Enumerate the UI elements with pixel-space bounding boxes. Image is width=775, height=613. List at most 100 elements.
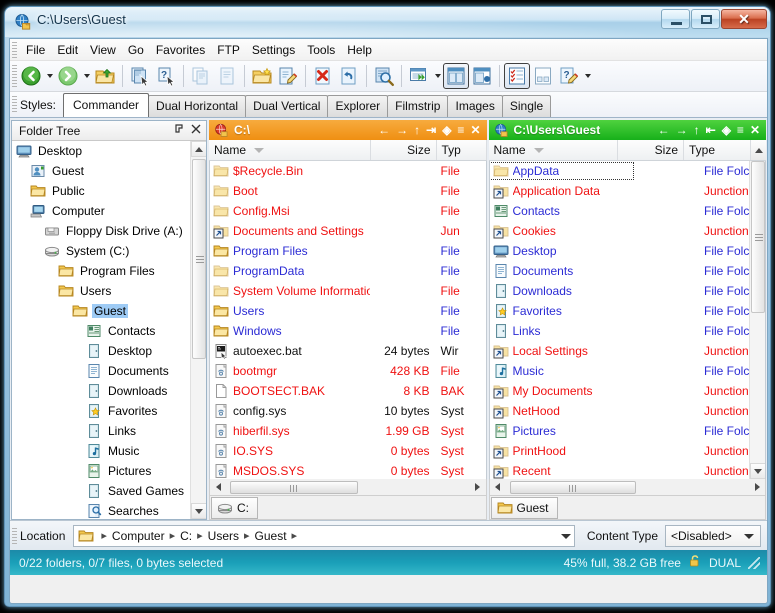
right-panel-scrollbar[interactable] xyxy=(749,161,765,479)
tree-node[interactable]: Saved Games xyxy=(12,481,206,501)
single-pane-button[interactable] xyxy=(469,63,495,89)
table-row[interactable]: RecentJunction xyxy=(490,461,750,479)
chevron-down-icon[interactable] xyxy=(561,534,571,539)
location-gripper[interactable] xyxy=(12,528,17,544)
table-row[interactable]: My DocumentsJunction xyxy=(490,381,750,401)
table-row[interactable]: FavoritesFile Folc xyxy=(490,301,750,321)
tree-node[interactable]: Floppy Disk Drive (A:) xyxy=(12,221,206,241)
tree-node[interactable]: Desktop xyxy=(12,341,206,361)
table-row[interactable]: DesktopFile Folc xyxy=(490,241,750,261)
tree-node[interactable]: Searches xyxy=(12,501,206,519)
menu-gripper[interactable] xyxy=(12,42,17,58)
right-panel-file-list[interactable]: AppDataFile FolcApplication DataJunction… xyxy=(489,161,767,479)
tree-node[interactable]: Pictures xyxy=(12,461,206,481)
tree-node[interactable]: Music xyxy=(12,441,206,461)
scroll-left-button[interactable] xyxy=(490,480,506,495)
column-header-size[interactable]: Size xyxy=(371,140,437,160)
table-row[interactable]: config.sys10 bytesSyst xyxy=(210,401,486,421)
configure-dropdown-button[interactable] xyxy=(582,63,593,89)
scrollbar-thumb[interactable] xyxy=(751,161,765,313)
table-row[interactable]: MusicFile Folc xyxy=(490,361,750,381)
column-header-type[interactable]: Type xyxy=(684,140,750,160)
delete-button[interactable] xyxy=(310,63,336,89)
swap-panels-icon[interactable]: ⇤ xyxy=(706,124,716,136)
tree-node[interactable]: Downloads xyxy=(12,381,206,401)
sync-dropdown-button[interactable] xyxy=(432,63,443,89)
details-view-button[interactable] xyxy=(504,63,530,89)
tree-node[interactable]: System (C:) xyxy=(12,241,206,261)
close-icon[interactable]: ✕ xyxy=(470,124,480,136)
left-panel-title-bar[interactable]: C:\ ← → ↑ ⇥ ◈ ≡ ✕ xyxy=(209,120,487,140)
table-row[interactable]: AppDataFile Folc xyxy=(490,161,750,181)
hscroll-track[interactable] xyxy=(506,480,750,495)
forward-arrow-icon[interactable]: → xyxy=(396,124,408,136)
table-row[interactable]: BootFile xyxy=(210,181,486,201)
back-dropdown-button[interactable] xyxy=(44,63,55,89)
table-row[interactable]: System Volume InformationFile xyxy=(210,281,486,301)
right-scroll-up-button[interactable] xyxy=(750,140,766,160)
tree-node[interactable]: Guest xyxy=(12,301,206,321)
column-header-size[interactable]: Size xyxy=(618,140,684,160)
menu-view[interactable]: View xyxy=(84,41,122,59)
maximize-button[interactable] xyxy=(691,9,720,29)
tree-node[interactable]: Desktop xyxy=(12,141,206,161)
unselect-group-button[interactable]: ? xyxy=(153,63,179,89)
scroll-up-button[interactable] xyxy=(191,141,206,157)
menu-edit[interactable]: Edit xyxy=(51,41,84,59)
breadcrumb-item[interactable]: C: xyxy=(180,529,192,543)
table-row[interactable]: CookiesJunction xyxy=(490,221,750,241)
copy-button[interactable] xyxy=(188,63,214,89)
menu-help[interactable]: Help xyxy=(341,41,378,59)
table-row[interactable]: $Recycle.BinFile xyxy=(210,161,486,181)
left-panel-hscrollbar[interactable] xyxy=(209,479,487,496)
close-icon[interactable] xyxy=(190,123,202,138)
scroll-down-button[interactable] xyxy=(750,463,766,479)
table-row[interactable]: bootmgr428 KBFile xyxy=(210,361,486,381)
table-row[interactable]: NetHoodJunction xyxy=(490,401,750,421)
menu-ftp[interactable]: FTP xyxy=(211,41,246,59)
hscroll-thumb[interactable] xyxy=(510,481,636,494)
back-button[interactable] xyxy=(18,63,44,89)
table-row[interactable]: Application DataJunction xyxy=(490,181,750,201)
tree-node[interactable]: Computer xyxy=(12,201,206,221)
style-tab-filmstrip[interactable]: Filmstrip xyxy=(387,95,448,117)
scroll-right-button[interactable] xyxy=(470,480,486,495)
split-icon[interactable]: ◈ xyxy=(722,124,731,136)
right-panel-tab[interactable]: Guest xyxy=(491,497,558,519)
undock-icon[interactable] xyxy=(173,123,185,138)
right-panel-hscrollbar[interactable] xyxy=(489,479,767,496)
scroll-down-button[interactable] xyxy=(191,503,206,519)
swap-panels-icon[interactable]: ⇥ xyxy=(426,124,436,136)
scroll-right-button[interactable] xyxy=(749,480,765,495)
menu-icon[interactable]: ≡ xyxy=(737,124,744,136)
minimize-button[interactable] xyxy=(661,9,690,29)
tree-node[interactable]: Favorites xyxy=(12,401,206,421)
forward-arrow-icon[interactable]: → xyxy=(676,124,688,136)
left-panel-file-list[interactable]: $Recycle.BinFileBootFileConfig.MsiFileDo… xyxy=(209,161,487,479)
menu-file[interactable]: File xyxy=(20,41,51,59)
configure-button[interactable]: ? xyxy=(556,63,582,89)
tree-node[interactable]: Links xyxy=(12,421,206,441)
style-tab-dual-vertical[interactable]: Dual Vertical xyxy=(245,95,328,117)
column-header-type[interactable]: Typ xyxy=(437,140,487,160)
up-arrow-icon[interactable]: ↑ xyxy=(694,124,700,136)
table-row[interactable]: IO.SYS0 bytesSyst xyxy=(210,441,486,461)
table-row[interactable]: WindowsFile xyxy=(210,321,486,341)
table-row[interactable]: hiberfil.sys1.99 GBSyst xyxy=(210,421,486,441)
close-icon[interactable]: ✕ xyxy=(750,124,760,136)
table-row[interactable]: UsersFile xyxy=(210,301,486,321)
menu-settings[interactable]: Settings xyxy=(246,41,301,59)
hscroll-thumb[interactable] xyxy=(230,481,358,494)
back-arrow-icon[interactable]: ← xyxy=(378,124,390,136)
right-panel-title-bar[interactable]: C:\Users\Guest ← → ↑ ⇤ ◈ ≡ ✕ xyxy=(489,120,767,140)
select-group-button[interactable] xyxy=(127,63,153,89)
tree-node[interactable]: Contacts xyxy=(12,321,206,341)
column-header-name[interactable]: Name xyxy=(489,140,619,160)
table-row[interactable]: Local SettingsJunction xyxy=(490,341,750,361)
unlocked-padlock-icon[interactable] xyxy=(688,554,702,571)
menu-favorites[interactable]: Favorites xyxy=(150,41,211,59)
hscroll-track[interactable] xyxy=(226,480,470,495)
tree-node[interactable]: Users xyxy=(12,281,206,301)
sync-dirs-button[interactable] xyxy=(406,63,432,89)
split-icon[interactable]: ◈ xyxy=(442,124,451,136)
